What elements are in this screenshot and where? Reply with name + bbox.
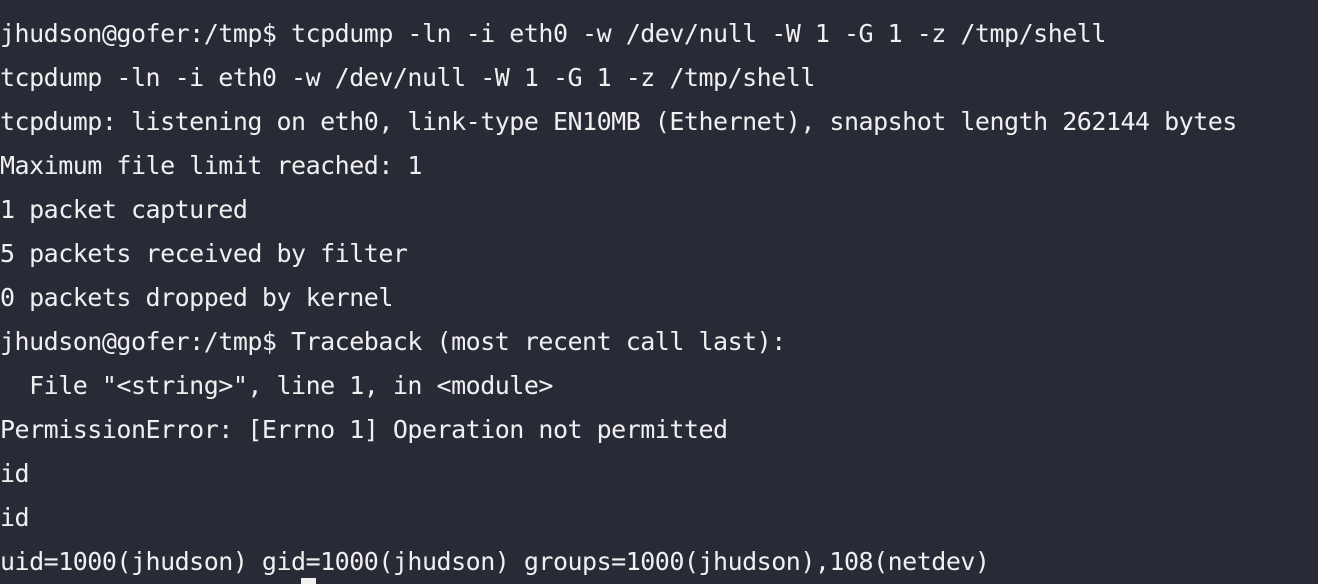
terminal-window[interactable]: jhudson@gofer:/tmp$ tcpdump -ln -i eth0 …	[0, 0, 1318, 584]
terminal-line-traceback-file: File "<string>", line 1, in <module>	[0, 371, 553, 400]
terminal-line-traceback: jhudson@gofer:/tmp$ Traceback (most rece…	[0, 327, 786, 356]
terminal-line-received: 5 packets received by filter	[0, 239, 408, 268]
terminal-line-id-output: uid=1000(jhudson) gid=1000(jhudson) grou…	[0, 547, 990, 576]
terminal-line-captured: 1 packet captured	[0, 195, 248, 224]
terminal-line-dropped: 0 packets dropped by kernel	[0, 283, 393, 312]
terminal-line-prompt-command: jhudson@gofer:/tmp$ tcpdump -ln -i eth0 …	[0, 19, 1106, 48]
terminal-line-echo-command: tcpdump -ln -i eth0 -w /dev/null -W 1 -G…	[0, 63, 815, 92]
text-cursor	[301, 578, 316, 584]
terminal-line-permission-error: PermissionError: [Errno 1] Operation not…	[0, 415, 728, 444]
terminal-line-listening: tcpdump: listening on eth0, link-type EN…	[0, 107, 1237, 136]
terminal-line-file-limit: Maximum file limit reached: 1	[0, 151, 423, 180]
terminal-line-id-echo: id	[0, 503, 30, 532]
terminal-line-id-input: id	[0, 459, 30, 488]
